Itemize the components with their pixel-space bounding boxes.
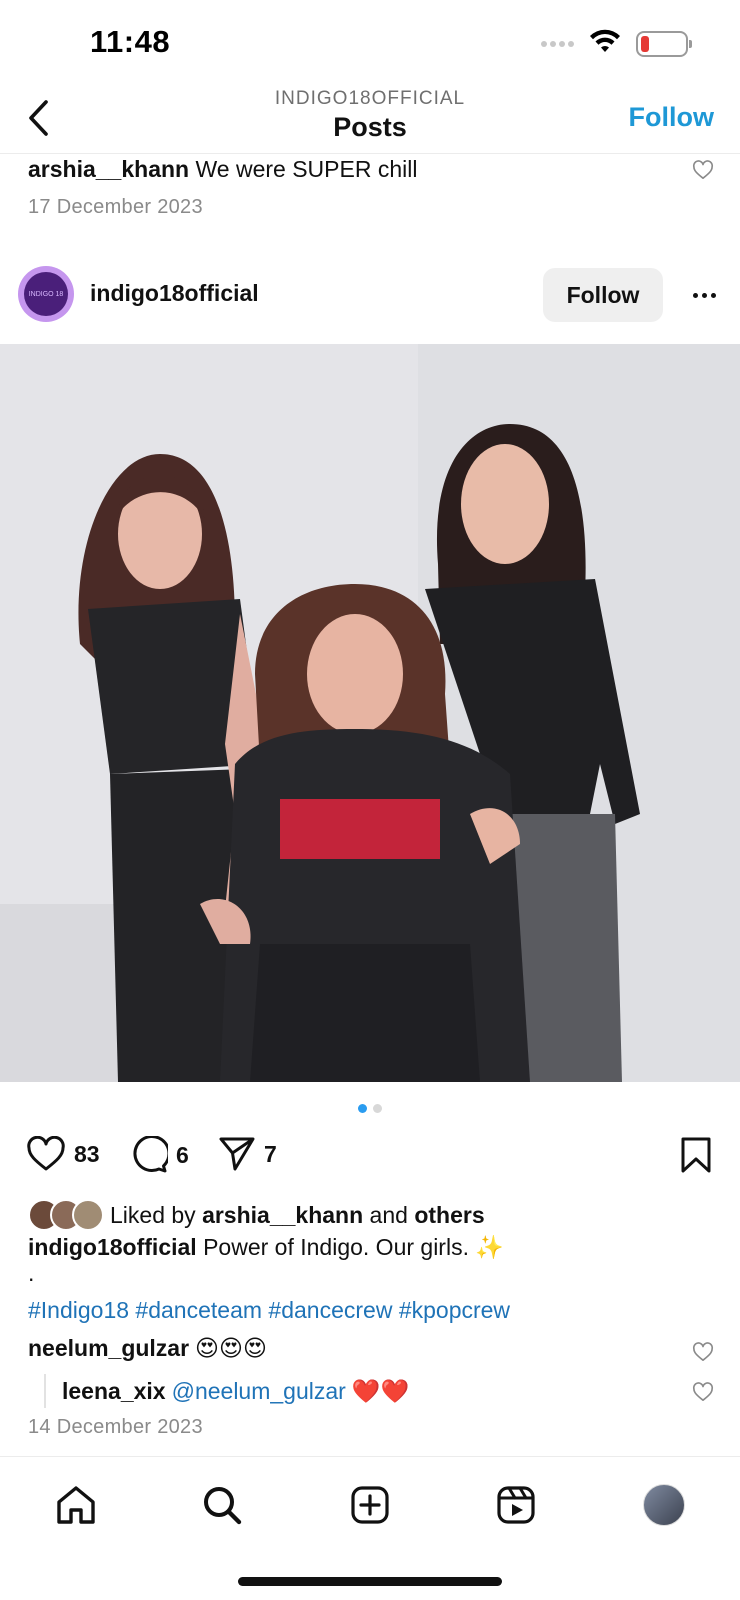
comment-icon (133, 1136, 168, 1173)
profile-avatar (643, 1484, 685, 1526)
create-icon (351, 1486, 389, 1524)
tab-home[interactable] (48, 1477, 104, 1533)
carousel-indicator (0, 1104, 740, 1113)
post-header: INDIGO 18 indigo18official Follow (0, 266, 740, 324)
carousel-dot-active (358, 1104, 367, 1113)
previous-post-text: We were SUPER chill (189, 156, 418, 182)
previous-comment-like-button[interactable] (692, 160, 714, 185)
post-caption: indigo18official Power of Indigo. Our gi… (28, 1234, 504, 1261)
more-options-icon[interactable] (693, 280, 716, 310)
heart-outline-icon (692, 160, 714, 179)
post-image[interactable] (0, 344, 740, 1082)
previous-post-date: 17 December 2023 (28, 196, 203, 218)
post-actions: 83 6 7 (0, 1136, 740, 1180)
post-date: 14 December 2023 (28, 1416, 203, 1438)
heart-icon (27, 1136, 65, 1171)
save-button[interactable] (680, 1136, 712, 1179)
nav-header: INDIGO18OFFICIAL Posts Follow (0, 82, 740, 154)
avatar-logo-text: INDIGO 18 (28, 290, 64, 298)
battery-icon (636, 30, 692, 57)
home-icon (57, 1486, 95, 1524)
status-time: 11:48 (90, 24, 171, 59)
like-action[interactable]: 83 (26, 1136, 100, 1172)
share-action[interactable]: 7 (218, 1136, 277, 1172)
avatar (72, 1199, 104, 1231)
carousel-dot (373, 1104, 382, 1113)
post-username[interactable]: indigo18official (90, 280, 259, 307)
previous-post-username[interactable]: arshia__khann (28, 156, 189, 182)
tab-search[interactable] (194, 1477, 250, 1533)
home-indicator[interactable] (238, 1577, 502, 1586)
status-bar: 11:48 (0, 0, 740, 88)
header-follow-button[interactable]: Follow (629, 102, 714, 133)
reply-username[interactable]: leena_xix (62, 1378, 166, 1405)
group-photo (0, 344, 740, 1082)
caption-dot: . (28, 1260, 35, 1286)
liked-by[interactable]: Liked by arshia__khann and others (28, 1198, 485, 1232)
wifi-icon (588, 28, 622, 59)
caption-username[interactable]: indigo18official (28, 1234, 197, 1260)
comment-reply: leena_xix @neelum_gulzar ❤️❤️ (44, 1374, 409, 1408)
tab-reels[interactable] (488, 1477, 544, 1533)
reply-text: ❤️❤️ (351, 1377, 410, 1404)
status-icons (541, 28, 692, 59)
reply-mention[interactable]: @neelum_gulzar (172, 1378, 346, 1405)
tab-profile[interactable] (636, 1477, 692, 1533)
send-icon (219, 1137, 255, 1171)
comment-text: 😍😍😍 (195, 1335, 267, 1361)
caption-text: Power of Indigo. Our girls. ✨ (196, 1234, 504, 1260)
follow-button[interactable]: Follow (543, 268, 663, 322)
post-avatar[interactable]: INDIGO 18 (18, 266, 74, 322)
bookmark-icon (681, 1137, 711, 1173)
cellular-signal-icon (541, 40, 574, 47)
like-count: 83 (74, 1140, 100, 1167)
share-count: 7 (264, 1140, 277, 1167)
bottom-tab-bar (0, 1456, 740, 1600)
tab-create[interactable] (342, 1477, 398, 1533)
liked-by-text: Liked by arshia__khann and others (110, 1201, 485, 1228)
reels-icon (497, 1486, 535, 1524)
hashtags[interactable]: #Indigo18 #danceteam #dancecrew #kpopcre… (28, 1297, 510, 1324)
comment-username[interactable]: neelum_gulzar (28, 1335, 189, 1362)
liked-by-user[interactable]: arshia__khann (202, 1202, 363, 1228)
search-icon (204, 1487, 242, 1525)
liked-avatars (28, 1199, 106, 1231)
comment-like-button[interactable] (692, 1342, 714, 1367)
heart-outline-icon (692, 1382, 714, 1401)
comment-action[interactable]: 6 (130, 1136, 189, 1174)
liked-by-others[interactable]: others (414, 1202, 484, 1228)
reply-like-button[interactable] (692, 1382, 714, 1407)
comment: neelum_gulzar 😍😍😍 (28, 1335, 267, 1362)
comment-count: 6 (176, 1141, 189, 1168)
heart-outline-icon (692, 1342, 714, 1361)
previous-post-caption: arshia__khann We were SUPER chill (28, 156, 417, 183)
